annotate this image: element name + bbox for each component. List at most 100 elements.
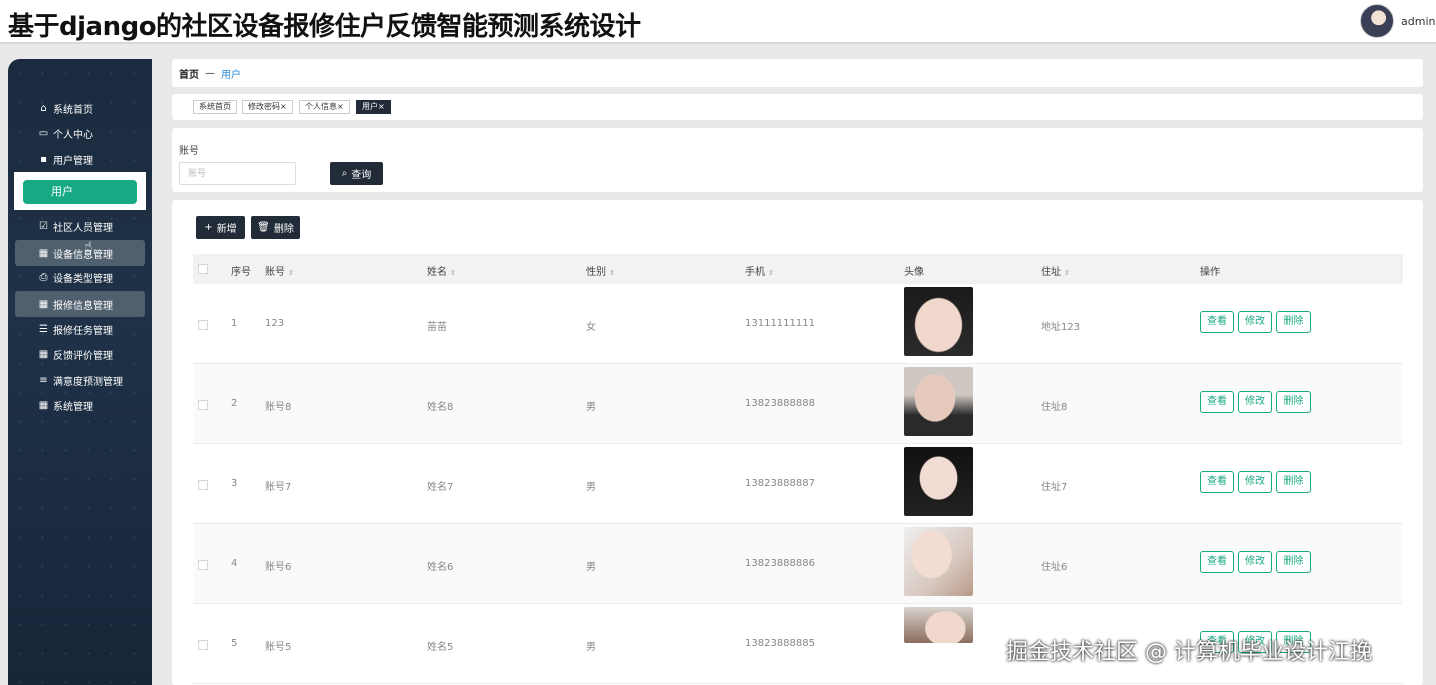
tab-label: 修改密码 <box>248 102 280 111</box>
avatar-photo[interactable] <box>904 367 973 436</box>
add-button[interactable]: + 新增 <box>196 216 245 239</box>
view-button[interactable]: 查看 <box>1200 311 1234 333</box>
sidebar-item-label: 个人中心 <box>53 129 93 141</box>
column-actions: 操作 <box>1200 267 1220 278</box>
sidebar-item-system[interactable]: ▦ 系统管理 <box>38 394 93 416</box>
table-header: 序号 账号 ⇕ 姓名 ⇕ 性别 ⇕ 手机 ⇕ 头像 住址 ⇕ 操作 <box>193 254 1403 284</box>
tab-personal-info[interactable]: 个人信息× <box>299 100 350 114</box>
sort-icon[interactable]: ⇕ <box>1064 269 1070 277</box>
cell-gender: 女 <box>586 322 596 333</box>
column-account[interactable]: 账号 ⇕ <box>265 263 294 278</box>
sidebar-item-profile[interactable]: ▭ 个人中心 <box>38 122 93 144</box>
sidebar-item-users[interactable]: 用户 <box>23 180 137 204</box>
column-phone[interactable]: 手机 ⇕ <box>745 263 774 278</box>
sort-icon[interactable]: ⇕ <box>609 269 615 277</box>
cell-gender: 男 <box>586 642 596 653</box>
table-row: 1 123 苗苗 女 13111111111 地址123 查看 修改 删除 <box>193 284 1403 364</box>
row-checkbox[interactable] <box>198 560 208 570</box>
account-search-input[interactable] <box>179 162 296 185</box>
avatar-photo[interactable] <box>904 527 973 596</box>
tab-bar: 系统首页 修改密码× 个人信息× 用户× <box>172 94 1423 120</box>
cell-index: 1 <box>231 318 238 329</box>
view-button[interactable]: 查看 <box>1200 471 1234 493</box>
cell-account: 123 <box>265 318 285 329</box>
close-icon[interactable]: × <box>337 102 344 111</box>
sidebar-item-repair-info[interactable]: ▦ 报修信息管理 <box>38 293 113 315</box>
select-all-checkbox[interactable] <box>198 264 208 274</box>
sidebar-item-community-staff[interactable]: ☑ 社区人员管理 <box>38 215 113 237</box>
avatar-photo[interactable] <box>904 287 973 356</box>
search-button-label: 查询 <box>351 170 372 181</box>
sidebar-item-home[interactable]: ⌂ 系统首页 <box>38 97 93 119</box>
tab-change-password[interactable]: 修改密码× <box>242 100 293 114</box>
card-icon: ▭ <box>38 127 49 139</box>
avatar-photo[interactable] <box>904 447 973 516</box>
breadcrumb-home[interactable]: 首页 <box>179 66 199 81</box>
row-checkbox[interactable] <box>198 320 208 330</box>
sidebar-item-label: 满意度预测管理 <box>53 376 123 388</box>
cell-name: 姓名7 <box>427 482 454 493</box>
view-button[interactable]: 查看 <box>1200 551 1234 573</box>
sidebar-item-repair-task[interactable]: ☰ 报修任务管理 <box>38 318 113 340</box>
search-button[interactable]: ⌕ 查询 <box>330 162 383 185</box>
row-checkbox[interactable] <box>198 400 208 410</box>
edit-button[interactable]: 修改 <box>1238 311 1272 333</box>
watermark: 掘金技术社区 @ 计算机毕业设计江挽 <box>1006 640 1372 665</box>
row-checkbox[interactable] <box>198 480 208 490</box>
top-bar: 基于django的社区设备报修住户反馈智能预测系统设计 admin <box>0 0 1436 44</box>
sidebar-item-equipment-type[interactable]: ⎙ 设备类型管理 <box>38 266 114 288</box>
column-label: 住址 <box>1041 267 1061 278</box>
delete-button[interactable]: 删除 <box>1276 551 1311 573</box>
tab-home[interactable]: 系统首页 <box>193 100 237 114</box>
printer-icon: ⎙ <box>39 271 48 283</box>
sidebar-item-label: 报修信息管理 <box>53 300 113 312</box>
cell-index: 2 <box>231 398 238 409</box>
close-icon[interactable]: × <box>378 102 385 111</box>
sidebar-item-feedback[interactable]: ▦ 反馈评价管理 <box>38 343 113 365</box>
mouse-pointer-icon: ☝ <box>84 239 93 255</box>
cell-phone: 13823888886 <box>745 558 815 569</box>
column-index: 序号 <box>231 267 251 278</box>
list-icon: ☰ <box>39 323 48 335</box>
cell-name: 姓名8 <box>427 402 454 413</box>
delete-button[interactable]: 删除 <box>1276 471 1311 493</box>
grid-icon: ▦ <box>38 298 49 310</box>
sort-icon[interactable]: ⇕ <box>288 269 294 277</box>
sort-icon[interactable]: ⇕ <box>768 269 774 277</box>
sliders-icon: ≡ <box>39 374 48 386</box>
sidebar-item-label: 系统管理 <box>53 401 93 413</box>
sidebar-item-label: 用户管理 <box>53 155 93 167</box>
close-icon[interactable]: × <box>280 102 287 111</box>
row-checkbox[interactable] <box>198 640 208 650</box>
sidebar-item-equipment-info[interactable]: ▦ 设备信息管理 <box>38 242 113 264</box>
grid-icon: ▦ <box>38 247 49 259</box>
app-title: 基于django的社区设备报修住户反馈智能预测系统设计 <box>8 12 641 42</box>
edit-button[interactable]: 修改 <box>1238 551 1272 573</box>
column-gender[interactable]: 性别 ⇕ <box>586 263 615 278</box>
avatar-photo[interactable] <box>904 607 973 643</box>
cell-address: 住址7 <box>1041 482 1068 493</box>
username[interactable]: admin <box>1401 15 1435 28</box>
breadcrumb-separator: — <box>205 67 215 79</box>
clipboard-icon: ▪ <box>40 153 47 165</box>
user-avatar[interactable] <box>1360 4 1394 38</box>
tab-users[interactable]: 用户× <box>356 100 391 114</box>
delete-button[interactable]: 删除 <box>1276 391 1311 413</box>
view-button[interactable]: 查看 <box>1200 391 1234 413</box>
sidebar-item-user-management[interactable]: ▪ 用户管理 <box>38 148 93 170</box>
grid-icon: ▦ <box>38 399 49 411</box>
cell-address: 住址8 <box>1041 402 1068 413</box>
sort-icon[interactable]: ⇕ <box>450 269 456 277</box>
delete-selected-button[interactable]: 🗑 删除 <box>251 216 300 239</box>
sidebar-item-satisfaction-prediction[interactable]: ≡ 满意度预测管理 <box>38 369 123 391</box>
sidebar-item-label: 设备类型管理 <box>53 273 113 285</box>
table-row: 4 账号6 姓名6 男 13823888886 住址6 查看 修改 删除 <box>193 524 1403 604</box>
column-address[interactable]: 住址 ⇕ <box>1041 263 1070 278</box>
cell-account: 账号5 <box>265 642 292 653</box>
cell-gender: 男 <box>586 562 596 573</box>
delete-button[interactable]: 删除 <box>1276 311 1311 333</box>
edit-button[interactable]: 修改 <box>1238 391 1272 413</box>
column-name[interactable]: 姓名 ⇕ <box>427 263 456 278</box>
column-avatar: 头像 <box>904 267 924 278</box>
edit-button[interactable]: 修改 <box>1238 471 1272 493</box>
